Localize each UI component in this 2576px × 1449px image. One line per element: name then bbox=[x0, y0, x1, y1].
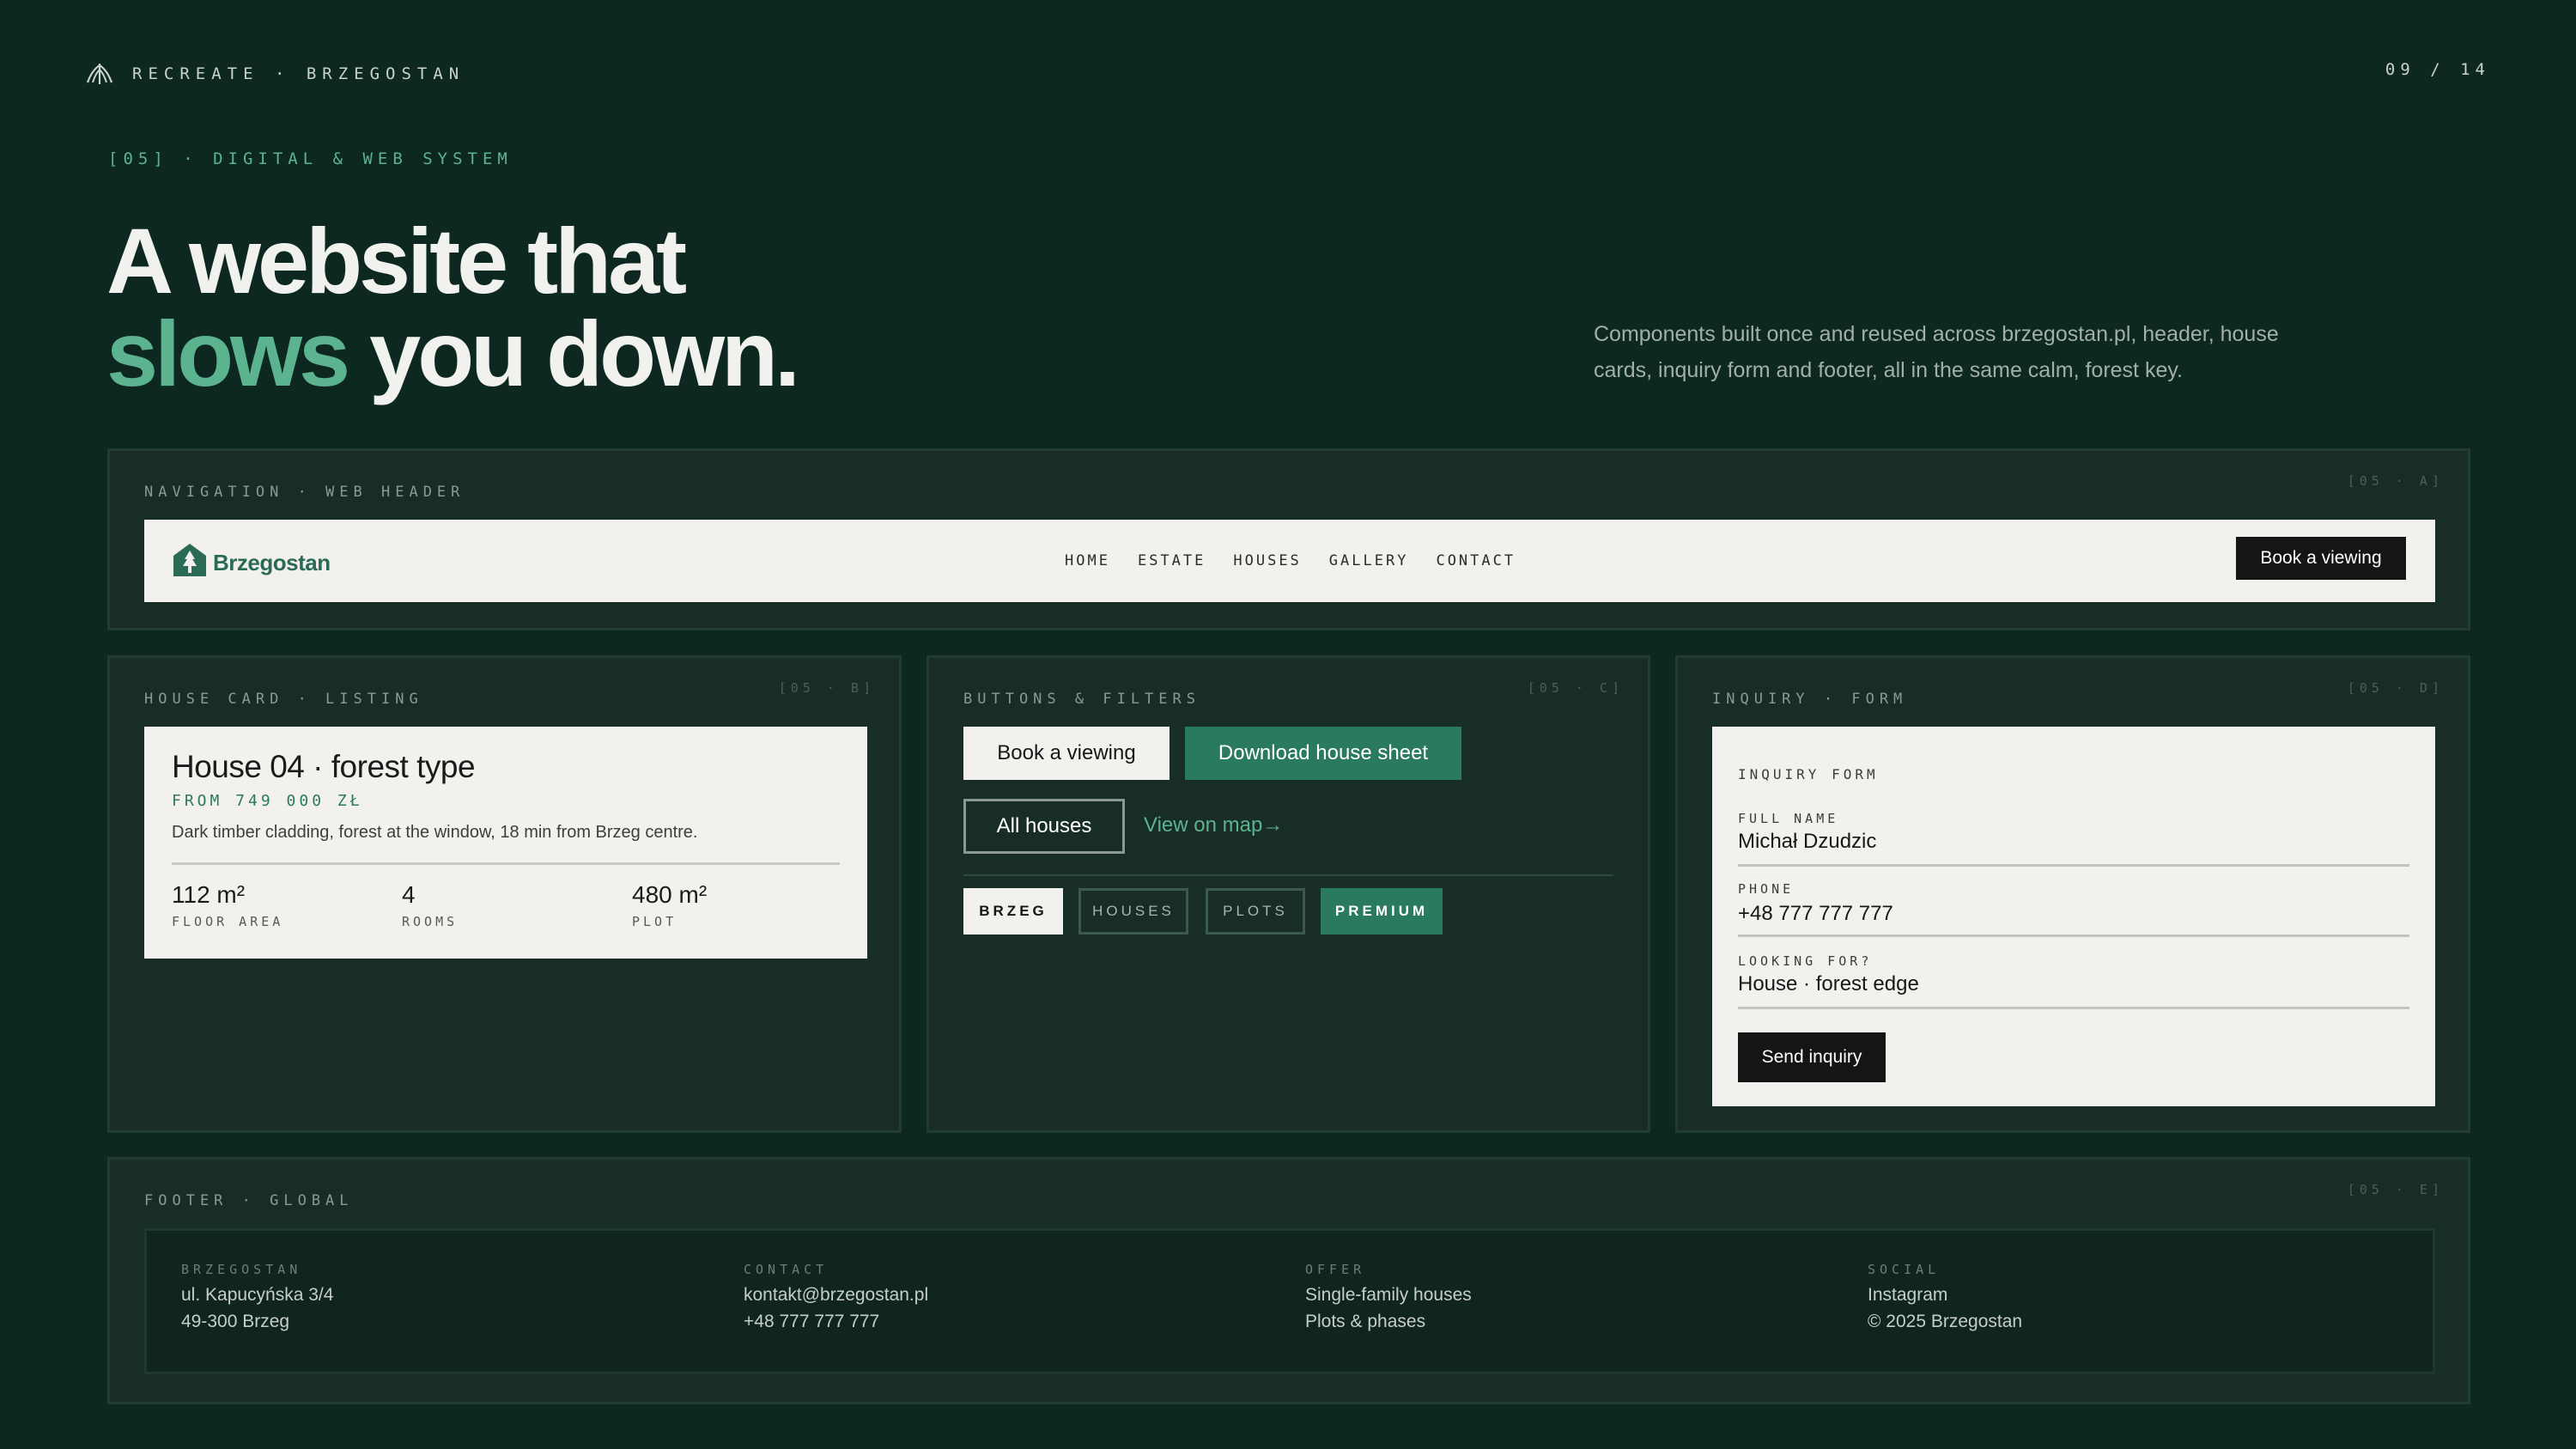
nav-panel: NAVIGATION · WEB HEADER [05 · A] Brzegos… bbox=[107, 448, 2470, 630]
buttons-filters-panel: BUTTONS & FILTERS [05 · C] Book a viewin… bbox=[927, 655, 1650, 1133]
filter-chip-brzeg[interactable]: BRZEG bbox=[963, 888, 1063, 935]
footer-column-social: SOCIAL Instagram © 2025 Brzegostan bbox=[1868, 1262, 2022, 1331]
footer-offer-link[interactable]: Single-family houses bbox=[1305, 1286, 1472, 1305]
nav-links: HOME ESTATE HOUSES GALLERY CONTACT bbox=[1065, 552, 1543, 569]
section-tag: [05] · DIGITAL & WEB SYSTEM bbox=[108, 149, 513, 168]
web-header: Brzegostan HOME ESTATE HOUSES GALLERY CO… bbox=[144, 520, 2435, 602]
field-underline bbox=[1738, 935, 2409, 937]
looking-for-field[interactable]: House · forest edge bbox=[1738, 972, 1919, 996]
stat-rooms: 4 ROOMS bbox=[402, 881, 458, 929]
stat-label: FLOOR AREA bbox=[172, 914, 284, 929]
panel-label: FOOTER · GLOBAL bbox=[144, 1192, 354, 1209]
nav-link-houses[interactable]: HOUSES bbox=[1233, 552, 1301, 569]
house-card-price: FROM 749 000 ZŁ bbox=[172, 792, 363, 810]
footer-column-head: CONTACT bbox=[744, 1262, 829, 1277]
headline-line1: A website that bbox=[106, 209, 687, 313]
footer-copyright: © 2025 Brzegostan bbox=[1868, 1312, 2023, 1331]
intro-text: Components built once and reused across … bbox=[1594, 322, 2279, 382]
inquiry-form-panel: INQUIRY · FORM [05 · D] INQUIRY FORM FUL… bbox=[1675, 655, 2470, 1133]
top-brand-text: RECREATE · BRZEGOSTAN bbox=[132, 64, 465, 83]
footer-column-head: OFFER bbox=[1305, 1262, 1366, 1277]
stat-value: 4 bbox=[402, 881, 416, 908]
footer-column-head: SOCIAL bbox=[1868, 1262, 1941, 1277]
stat-label: PLOT bbox=[632, 914, 677, 929]
book-viewing-button[interactable]: Book a viewing bbox=[2236, 537, 2406, 580]
panel-label: HOUSE CARD · LISTING bbox=[144, 691, 423, 708]
field-label-phone: PHONE bbox=[1738, 881, 1795, 897]
nav-link-estate[interactable]: ESTATE bbox=[1138, 552, 1206, 569]
stat-value: 480 m² bbox=[632, 881, 708, 908]
footer-instagram-link[interactable]: Instagram bbox=[1868, 1286, 2022, 1305]
site-footer: BRZEGOSTAN ul. Kapucyńska 3/4 49-300 Brz… bbox=[144, 1228, 2435, 1374]
stat-label: ROOMS bbox=[402, 914, 459, 929]
logo[interactable]: Brzegostan bbox=[172, 542, 331, 576]
nav-link-gallery[interactable]: GALLERY bbox=[1329, 552, 1409, 569]
footer-column-offer: OFFER Single-family houses Plots & phase… bbox=[1305, 1262, 1472, 1331]
headline-accent: slows bbox=[106, 301, 350, 405]
footer-email-link[interactable]: kontakt@brzegostan.pl bbox=[744, 1286, 928, 1305]
all-houses-button[interactable]: All houses bbox=[963, 799, 1125, 854]
panel-code: [05 · B] bbox=[778, 680, 875, 696]
download-house-sheet-button[interactable]: Download house sheet bbox=[1185, 727, 1461, 780]
form-title: INQUIRY FORM bbox=[1738, 766, 1879, 782]
top-brand: RECREATE · BRZEGOSTAN bbox=[86, 62, 465, 86]
leaf-mark-icon bbox=[86, 64, 113, 84]
view-on-map-link[interactable]: View on map→ bbox=[1144, 813, 1283, 837]
footer-address-line: ul. Kapucyńska 3/4 bbox=[181, 1285, 334, 1305]
filter-chip-premium[interactable]: PREMIUM bbox=[1321, 888, 1443, 935]
footer-phone-link[interactable]: +48 777 777 777 bbox=[744, 1312, 928, 1331]
panel-label: BUTTONS & FILTERS bbox=[963, 691, 1200, 708]
footer-address-line: 49-300 Brzeg bbox=[181, 1312, 290, 1331]
tree-house-icon bbox=[173, 544, 206, 576]
send-inquiry-button[interactable]: Send inquiry bbox=[1738, 1032, 1886, 1082]
footer-column-contact: CONTACT kontakt@brzegostan.pl +48 777 77… bbox=[744, 1262, 928, 1331]
stat-floor-area: 112 m² FLOOR AREA bbox=[172, 881, 283, 929]
headline: A website that slows you down. bbox=[106, 215, 800, 400]
stat-plot: 480 m² PLOT bbox=[632, 881, 707, 929]
panel-code: [05 · D] bbox=[2347, 680, 2444, 696]
headline-rest: you down. bbox=[347, 301, 800, 405]
footer-offer-link[interactable]: Plots & phases bbox=[1305, 1312, 1472, 1331]
page-counter: 09 / 14 bbox=[2385, 60, 2490, 79]
panel-code: [05 · A] bbox=[2347, 473, 2444, 489]
nav-link-home[interactable]: HOME bbox=[1065, 552, 1110, 569]
field-label-full-name: FULL NAME bbox=[1738, 811, 1839, 826]
field-underline bbox=[1738, 864, 2409, 867]
panel-code: [05 · C] bbox=[1527, 680, 1624, 696]
filter-chip-plots[interactable]: PLOTS bbox=[1206, 888, 1305, 935]
house-card-description: Dark timber cladding, forest at the wind… bbox=[172, 823, 698, 842]
book-viewing-light-button[interactable]: Book a viewing bbox=[963, 727, 1170, 780]
panel-code: [05 · E] bbox=[2347, 1182, 2444, 1197]
divider bbox=[963, 874, 1613, 876]
footer-column-brzegostan: BRZEGOSTAN ul. Kapucyńska 3/4 49-300 Brz… bbox=[181, 1262, 333, 1331]
filter-chip-houses[interactable]: HOUSES bbox=[1078, 888, 1188, 935]
stat-value: 112 m² bbox=[172, 881, 246, 908]
footer-panel: FOOTER · GLOBAL [05 · E] BRZEGOSTAN ul. … bbox=[107, 1157, 2470, 1404]
panel-label: INQUIRY · FORM bbox=[1712, 691, 1908, 708]
panel-label: NAVIGATION · WEB HEADER bbox=[144, 484, 465, 501]
field-underline bbox=[1738, 1007, 2409, 1009]
house-card[interactable]: House 04 · forest type FROM 749 000 ZŁ D… bbox=[144, 727, 867, 959]
full-name-field[interactable]: Michał Dzudzic bbox=[1738, 830, 1876, 854]
footer-column-head: BRZEGOSTAN bbox=[181, 1262, 302, 1277]
field-label-looking-for: LOOKING FOR? bbox=[1738, 953, 1873, 969]
phone-field[interactable]: +48 777 777 777 bbox=[1738, 902, 1893, 926]
nav-link-contact[interactable]: CONTACT bbox=[1436, 552, 1516, 569]
inquiry-form: INQUIRY FORM FULL NAME Michał Dzudzic PH… bbox=[1712, 727, 2435, 1106]
logo-text: Brzegostan bbox=[213, 550, 331, 575]
house-card-panel: HOUSE CARD · LISTING [05 · B] House 04 ·… bbox=[107, 655, 902, 1133]
divider bbox=[172, 862, 840, 865]
house-card-title: House 04 · forest type bbox=[172, 749, 476, 784]
